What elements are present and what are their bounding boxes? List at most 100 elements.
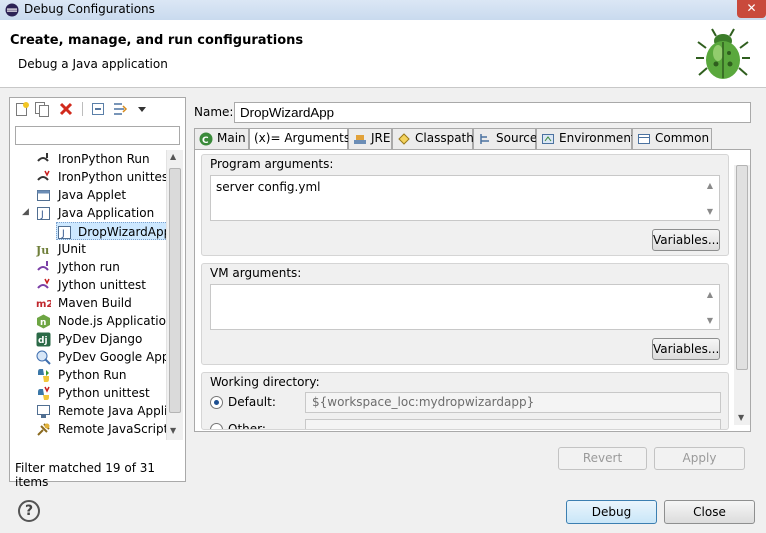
tree-item-jython-run[interactable]: Jython run xyxy=(10,258,168,276)
svg-text:dj: dj xyxy=(38,336,48,346)
tree-scrollbar[interactable]: ▲ ▼ xyxy=(166,150,183,440)
scroll-down-icon[interactable]: ▼ xyxy=(170,426,176,435)
tree-item-maven-build[interactable]: m2 Maven Build xyxy=(10,294,168,312)
tab-arguments[interactable]: (x)= Arguments xyxy=(249,128,350,150)
vm-arguments-variables-button[interactable]: Variables... xyxy=(652,338,720,360)
jython-unittest-icon xyxy=(37,278,50,289)
tree-item-java-application[interactable]: ◢ J Java Application xyxy=(10,204,168,222)
vm-arguments-textarea[interactable] xyxy=(210,284,720,330)
window-close-button[interactable]: ✕ xyxy=(737,0,766,18)
default-directory-field: ${workspace_loc:mydropwizardapp} xyxy=(305,392,721,413)
tree-item-python-unittest[interactable]: Python unittest xyxy=(10,384,168,402)
other-directory-field[interactable] xyxy=(305,419,721,429)
java-applet-icon xyxy=(37,190,50,201)
configuration-list-panel: IronPython Run IronPython unittest Java … xyxy=(9,97,186,489)
default-directory-radio[interactable] xyxy=(210,396,223,409)
svg-text:J: J xyxy=(40,210,44,220)
svg-text:m2: m2 xyxy=(36,299,51,310)
tree-item-ironpython-run[interactable]: IronPython Run xyxy=(10,150,168,168)
common-icon xyxy=(638,134,650,144)
scroll-down-icon[interactable]: ▼ xyxy=(702,207,718,216)
tree-item-dropwizardapp[interactable]: J DropWizardApp xyxy=(56,222,168,240)
window-title: Debug Configurations xyxy=(24,2,155,16)
tree-item-jython-unittest[interactable]: Jython unittest xyxy=(10,276,168,294)
dialog-title: Create, manage, and run configurations xyxy=(10,33,304,48)
ironpython-run-icon xyxy=(37,153,49,162)
debug-bug-icon xyxy=(696,28,750,79)
other-directory-label: Other: xyxy=(228,422,266,430)
program-arguments-textarea[interactable]: server config.yml xyxy=(210,175,720,221)
java-application-icon: J xyxy=(37,207,50,220)
program-arguments-group: Program arguments: server config.yml ▲ ▼… xyxy=(201,154,729,256)
name-label: Name: xyxy=(194,105,234,119)
tab-common[interactable]: Common xyxy=(632,128,712,149)
jre-icon xyxy=(354,135,366,144)
duplicate-configuration-icon[interactable] xyxy=(34,101,50,117)
svg-text:Ju: Ju xyxy=(36,244,49,257)
configuration-name-field[interactable] xyxy=(234,102,751,123)
help-icon[interactable]: ? xyxy=(18,500,40,522)
arguments-scrollbar[interactable]: ▼ xyxy=(734,165,750,425)
close-button[interactable]: Close xyxy=(664,500,755,524)
filter-configurations-icon[interactable] xyxy=(112,101,128,117)
collapse-all-icon[interactable] xyxy=(90,101,106,117)
tree-item-remote-java-application[interactable]: Remote Java Applic xyxy=(10,402,168,420)
scroll-down-icon[interactable]: ▼ xyxy=(738,413,744,422)
title-bar: Debug Configurations ✕ xyxy=(0,0,766,20)
tree-item-pydev-django[interactable]: dj PyDev Django xyxy=(10,330,168,348)
tab-main[interactable]: C Main xyxy=(194,128,249,149)
filter-input[interactable] xyxy=(15,126,180,145)
scrollbar-thumb[interactable] xyxy=(736,165,748,370)
maven-icon: m2 xyxy=(36,299,51,310)
other-directory-radio[interactable] xyxy=(210,423,223,429)
nodejs-icon: n xyxy=(37,314,50,329)
java-config-icon: J xyxy=(58,226,71,239)
tree-item-nodejs-application[interactable]: n Node.js Application xyxy=(10,312,168,330)
program-arguments-label: Program arguments: xyxy=(210,157,334,171)
python-run-icon xyxy=(38,369,49,382)
svg-text:n: n xyxy=(40,318,46,328)
apply-button[interactable]: Apply xyxy=(654,447,745,470)
tab-classpath[interactable]: Classpath xyxy=(392,128,474,149)
filter-menu-chevron-down-icon[interactable] xyxy=(134,101,150,117)
debug-button[interactable]: Debug xyxy=(566,500,657,524)
scroll-up-icon[interactable]: ▲ xyxy=(170,152,176,161)
left-toolbar xyxy=(10,98,185,120)
program-arguments-variables-button[interactable]: Variables... xyxy=(652,229,720,251)
tree-item-java-applet[interactable]: Java Applet xyxy=(10,186,168,204)
main-icon: C xyxy=(199,132,213,146)
scroll-up-icon[interactable]: ▲ xyxy=(702,181,718,190)
scrollbar-thumb[interactable] xyxy=(169,168,181,413)
tree-item-pydev-google-app[interactable]: PyDev Google App E xyxy=(10,348,168,366)
dialog-header: Create, manage, and run configurations D… xyxy=(0,20,766,88)
scroll-up-icon[interactable]: ▲ xyxy=(702,290,718,299)
filter-status: Filter matched 19 of 31 items xyxy=(15,461,156,489)
svg-text:J: J xyxy=(61,229,65,239)
delete-configuration-icon[interactable] xyxy=(58,101,74,117)
tab-source[interactable]: Source xyxy=(473,128,537,149)
vm-arguments-group: VM arguments: ▲ ▼ Variables... xyxy=(201,263,729,365)
ironpython-unittest-icon xyxy=(37,170,50,181)
arguments-tab-body: Program arguments: server config.yml ▲ ▼… xyxy=(194,149,751,432)
source-icon xyxy=(480,134,489,144)
google-app-icon xyxy=(36,350,51,365)
tree-item-ironpython-unittest[interactable]: IronPython unittest xyxy=(10,168,168,186)
tree-item-remote-javascript[interactable]: Remote JavaScript xyxy=(10,420,168,438)
expanded-chevron-icon[interactable]: ◢ xyxy=(22,203,29,221)
svg-text:C: C xyxy=(202,136,209,146)
dialog-subtitle: Debug a Java application xyxy=(18,57,168,71)
working-directory-group: Working directory: Default: ${workspace_… xyxy=(201,372,729,430)
scroll-down-icon[interactable]: ▼ xyxy=(702,316,718,325)
tab-jre[interactable]: JRE xyxy=(348,128,392,149)
tree-item-junit[interactable]: Ju JUnit xyxy=(10,240,168,258)
new-configuration-icon[interactable] xyxy=(14,101,30,117)
tree-item-python-run[interactable]: Python Run xyxy=(10,366,168,384)
remote-javascript-icon xyxy=(37,423,50,436)
vm-arguments-label: VM arguments: xyxy=(210,266,302,280)
revert-button[interactable]: Revert xyxy=(558,447,647,470)
environment-icon xyxy=(542,134,554,144)
junit-icon: Ju xyxy=(36,244,49,257)
tab-environment[interactable]: Environment xyxy=(536,128,636,149)
remote-java-icon xyxy=(37,405,50,418)
jython-run-icon xyxy=(37,261,49,271)
